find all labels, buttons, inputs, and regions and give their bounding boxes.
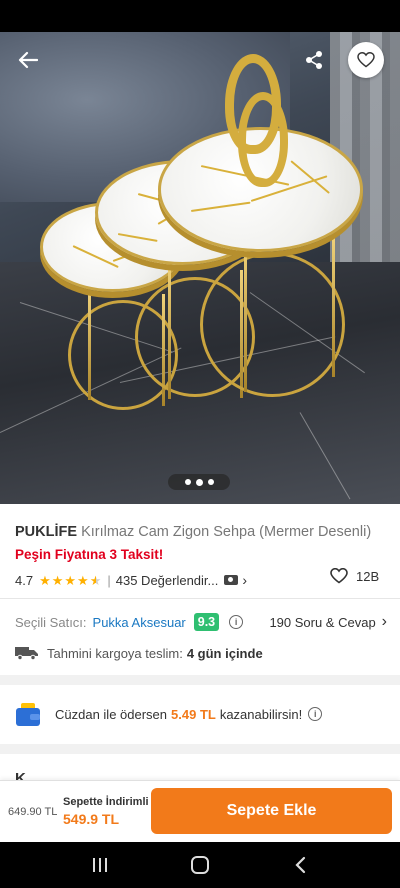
gallery-dot[interactable] xyxy=(207,479,214,485)
recent-apps-icon xyxy=(93,858,107,872)
home-icon xyxy=(191,856,209,874)
bottom-cart-bar: 649.90 TL Sepette İndirimli 549.9 TL Sep… xyxy=(0,780,400,842)
section-separator xyxy=(0,675,400,685)
discounted-price: 549.9 TL xyxy=(63,811,120,827)
product-brand[interactable]: PUKLİFE xyxy=(15,524,77,540)
rating-value: 4.7 xyxy=(15,572,34,588)
questions-answers-link[interactable]: 190 Soru & Cevap › xyxy=(269,613,387,631)
review-count[interactable]: 435 Değerlendir... xyxy=(116,573,219,588)
star-icon: ★ xyxy=(39,572,51,588)
separator: | xyxy=(107,572,111,588)
half-star-icon: ★ xyxy=(89,572,102,588)
qa-link-label: 190 Soru & Cevap xyxy=(269,614,376,630)
cart-discount-label: Sepette İndirimli xyxy=(63,796,149,808)
rating-stars: ★ ★ ★ ★ ★ xyxy=(39,574,101,587)
back-button[interactable] xyxy=(10,44,46,76)
seller-label: Seçili Satıcı: xyxy=(15,614,87,630)
system-back-button[interactable] xyxy=(280,850,320,880)
delivery-days: 4 gün içinde xyxy=(186,645,263,661)
large-table-ring xyxy=(200,252,345,397)
product-image-gallery[interactable] xyxy=(0,32,400,504)
favorite-button[interactable] xyxy=(348,42,384,78)
favorite-count: 12B xyxy=(330,568,379,584)
divider xyxy=(0,598,400,599)
recent-apps-button[interactable] xyxy=(80,850,120,880)
info-icon[interactable]: i xyxy=(229,615,244,629)
star-icon: ★ xyxy=(51,572,64,588)
android-navigation-bar xyxy=(0,842,400,888)
gold-decor-small xyxy=(238,92,288,187)
delivery-label: Tahmini kargoya teslim: xyxy=(47,645,183,661)
favorite-count-value: 12B xyxy=(356,568,380,584)
section-separator xyxy=(0,744,400,754)
product-name: Kırılmaz Cam Zigon Sehpa (Mermer Desenli… xyxy=(81,524,372,540)
wallet-promo[interactable]: Cüzdan ile ödersen 5.49 TL kazanabilirsi… xyxy=(15,700,323,728)
wallet-text-before: Cüzdan ile ödersen xyxy=(55,706,168,722)
heart-icon xyxy=(357,52,375,68)
arrow-left-icon xyxy=(18,51,38,69)
chevron-left-icon xyxy=(295,856,306,874)
installment-promo: Peşin Fiyatına 3 Taksit! xyxy=(15,547,164,562)
share-icon xyxy=(306,51,322,69)
add-to-cart-button[interactable]: Sepete Ekle xyxy=(151,788,392,834)
heart-icon xyxy=(330,568,348,584)
seller-row: Seçili Satıcı: Pukka Aksesuar 9.3 i 190 … xyxy=(15,611,387,633)
seller-name-link[interactable]: Pukka Aksesuar xyxy=(93,615,186,630)
gallery-pagination xyxy=(168,474,230,490)
star-icon: ★ xyxy=(77,572,89,588)
gallery-dot-active[interactable] xyxy=(195,478,203,486)
wallet-amount: 5.49 TL xyxy=(171,706,216,722)
seller-score-badge: 9.3 xyxy=(193,613,220,631)
star-icon: ★ xyxy=(64,572,77,588)
share-button[interactable] xyxy=(296,44,332,76)
delivery-estimate: Tahmini kargoya teslim: 4 gün içinde xyxy=(15,642,263,664)
truck-icon xyxy=(15,646,39,661)
product-title: PUKLİFE Kırılmaz Cam Zigon Sehpa (Mermer… xyxy=(15,522,390,542)
chevron-right-icon: › xyxy=(242,572,248,588)
home-button[interactable] xyxy=(180,850,220,880)
wallet-text-after: kazanabilirsin! xyxy=(219,706,303,722)
camera-icon xyxy=(224,575,239,585)
original-price: 649.90 TL xyxy=(8,806,58,818)
info-icon[interactable]: i xyxy=(308,707,323,721)
wallet-icon xyxy=(15,703,41,726)
chevron-right-icon: › xyxy=(381,613,387,630)
status-bar xyxy=(0,0,400,32)
gallery-dot[interactable] xyxy=(184,479,191,485)
